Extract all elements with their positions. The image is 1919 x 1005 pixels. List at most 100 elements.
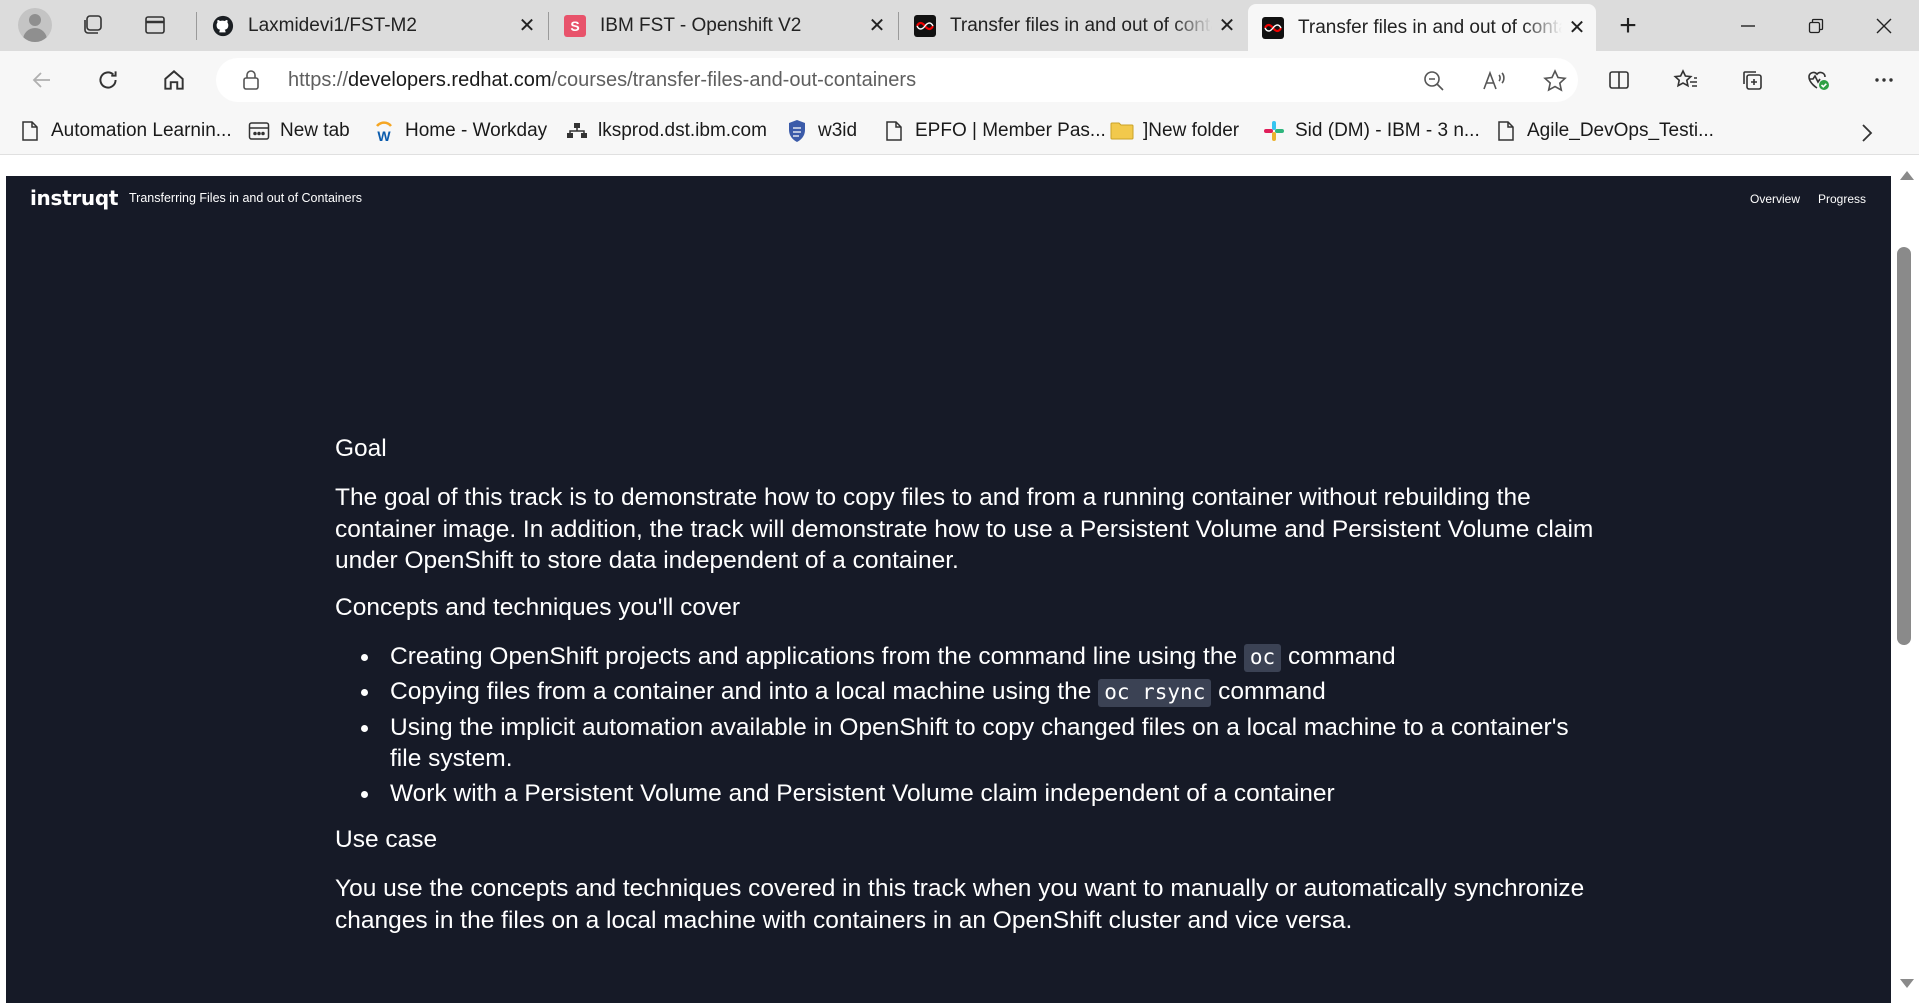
bookmark-new-tab[interactable]: New tab bbox=[247, 116, 350, 146]
tab-title: Transfer files in and out of containers bbox=[950, 14, 1212, 36]
concepts-list: Creating OpenShift projects and applicat… bbox=[361, 641, 1600, 810]
minimize-button[interactable] bbox=[1714, 0, 1782, 51]
more-menu-icon[interactable] bbox=[1867, 63, 1901, 97]
instruqt-logo[interactable]: instruqt bbox=[30, 186, 118, 210]
tab-ibm-fst[interactable]: S IBM FST - Openshift V2 ✕ bbox=[550, 0, 896, 51]
bookmark-label: lksprod.dst.ibm.com bbox=[598, 120, 767, 141]
list-item: Creating OpenShift projects and applicat… bbox=[361, 641, 1600, 674]
home-button[interactable] bbox=[157, 63, 191, 97]
scroll-down-arrow-icon[interactable] bbox=[1900, 979, 1914, 988]
refresh-button[interactable] bbox=[91, 63, 125, 97]
shield-icon bbox=[785, 119, 809, 143]
list-item-text: Copying files from a container and into … bbox=[390, 678, 1099, 705]
favorites-icon[interactable] bbox=[1669, 63, 1703, 97]
list-item-text: Creating OpenShift projects and applicat… bbox=[390, 642, 1244, 670]
collections-icon[interactable] bbox=[1735, 63, 1769, 97]
url-path: /courses/transfer-files-and-out-containe… bbox=[551, 69, 917, 91]
bookmark-w3id[interactable]: w3id bbox=[785, 116, 857, 146]
page-icon bbox=[18, 119, 42, 143]
new-tab-button[interactable]: + bbox=[1612, 9, 1644, 42]
concepts-heading: Concepts and techniques you'll cover bbox=[335, 593, 741, 621]
bookmark-slack[interactable]: Sid (DM) - IBM - 3 n... bbox=[1262, 116, 1480, 146]
workday-icon: W bbox=[372, 119, 396, 143]
favorite-star-icon[interactable] bbox=[1540, 66, 1570, 96]
list-item-text: command bbox=[1211, 678, 1326, 705]
bookmarks-bar: Automation Learnin... New tab W Home - W… bbox=[0, 108, 1919, 155]
instruqt-app: instruqt Transferring Files in and out o… bbox=[6, 176, 1891, 1003]
bookmark-new-folder[interactable]: ]New folder bbox=[1110, 116, 1239, 146]
svg-text:S: S bbox=[570, 18, 579, 34]
browser-essentials-icon[interactable] bbox=[1801, 63, 1835, 97]
bookmark-lksprod[interactable]: lksprod.dst.ibm.com bbox=[565, 116, 767, 146]
chevron-right-icon[interactable] bbox=[1856, 122, 1878, 144]
goal-heading: Goal bbox=[335, 435, 387, 462]
url-host: developers.redhat.com bbox=[348, 69, 552, 91]
back-button[interactable] bbox=[25, 63, 59, 97]
tab-separator bbox=[196, 12, 197, 40]
lock-icon[interactable] bbox=[242, 69, 260, 96]
close-tab-icon[interactable]: ✕ bbox=[1562, 13, 1592, 43]
bookmark-automation-learning[interactable]: Automation Learnin... bbox=[18, 116, 232, 146]
list-item-text: Work with a Persistent Volume and Persis… bbox=[390, 779, 1335, 807]
scroll-up-arrow-icon[interactable] bbox=[1900, 171, 1914, 180]
page-scrollbar[interactable] bbox=[1891, 155, 1919, 1005]
profile-avatar[interactable] bbox=[18, 8, 52, 42]
page-icon bbox=[1494, 119, 1518, 143]
bookmark-label: New tab bbox=[280, 120, 350, 141]
close-tab-icon[interactable]: ✕ bbox=[862, 11, 892, 41]
list-item: Copying files from a container and into … bbox=[361, 676, 1600, 709]
address-bar[interactable]: https://developers.redhat.com/courses/tr… bbox=[216, 58, 1578, 102]
close-tab-icon[interactable]: ✕ bbox=[1212, 11, 1242, 41]
app-header: instruqt Transferring Files in and out o… bbox=[6, 176, 1891, 224]
tab-github[interactable]: Laxmidevi1/FST-M2 ✕ bbox=[198, 0, 546, 51]
track-description: Goal The goal of this track is to demons… bbox=[335, 434, 1600, 952]
goal-text: The goal of this track is to demonstrate… bbox=[335, 484, 1594, 574]
bookmark-agile-devops[interactable]: Agile_DevOps_Testi... bbox=[1494, 116, 1714, 146]
list-item-text: Using the implicit automation available … bbox=[390, 713, 1569, 773]
close-window-button[interactable] bbox=[1850, 0, 1918, 51]
bookmark-label: Sid (DM) - IBM - 3 n... bbox=[1295, 120, 1480, 141]
url-text[interactable]: https://developers.redhat.com/courses/tr… bbox=[288, 69, 916, 92]
workspaces-icon[interactable] bbox=[78, 10, 108, 40]
bookmark-epfo[interactable]: EPFO | Member Pas... bbox=[882, 116, 1106, 146]
tab-title: IBM FST - Openshift V2 bbox=[600, 14, 802, 36]
inline-code: oc bbox=[1243, 643, 1282, 672]
bookmark-label: Automation Learnin... bbox=[51, 120, 232, 141]
network-icon bbox=[565, 119, 589, 143]
list-item: Using the implicit automation available … bbox=[361, 712, 1600, 775]
read-aloud-icon[interactable] bbox=[1479, 66, 1509, 96]
tab-title: Transfer files in and out of containers bbox=[1298, 16, 1562, 38]
bookmark-label: EPFO | Member Pas... bbox=[915, 120, 1106, 141]
overview-link[interactable]: Overview bbox=[1750, 192, 1800, 206]
bookmark-label: ]New folder bbox=[1143, 120, 1240, 141]
bookmark-workday[interactable]: W Home - Workday bbox=[372, 116, 547, 146]
github-icon bbox=[212, 15, 234, 37]
svg-text:W: W bbox=[377, 128, 391, 143]
tab-strip: Laxmidevi1/FST-M2 ✕ S IBM FST - Openshif… bbox=[0, 0, 1919, 51]
tab-separator bbox=[548, 12, 549, 40]
track-title: Transferring Files in and out of Contain… bbox=[129, 191, 362, 205]
bookmark-label: Home - Workday bbox=[405, 120, 548, 141]
page-icon bbox=[882, 119, 906, 143]
split-screen-icon[interactable] bbox=[1602, 63, 1636, 97]
tab-transfer-files-active[interactable]: Transfer files in and out of containers … bbox=[1248, 4, 1596, 51]
zoom-out-icon[interactable] bbox=[1419, 66, 1449, 96]
usecase-heading: Use case bbox=[335, 826, 438, 853]
folder-icon bbox=[1110, 119, 1134, 143]
url-scheme: https:// bbox=[288, 69, 349, 91]
restore-button[interactable] bbox=[1782, 0, 1850, 51]
vertical-tabs-icon[interactable] bbox=[140, 10, 170, 40]
bookmark-label: w3id bbox=[818, 120, 858, 141]
usecase-text: You use the concepts and techniques cove… bbox=[335, 875, 1585, 934]
list-item: Work with a Persistent Volume and Persis… bbox=[361, 778, 1600, 810]
slack-icon bbox=[1262, 119, 1286, 143]
s-app-icon: S bbox=[564, 14, 586, 37]
progress-link[interactable]: Progress bbox=[1818, 192, 1866, 206]
close-tab-icon[interactable]: ✕ bbox=[512, 11, 542, 41]
tab-separator bbox=[898, 12, 899, 40]
scrollbar-thumb[interactable] bbox=[1897, 247, 1911, 645]
tab-transfer-files[interactable]: Transfer files in and out of containers … bbox=[900, 0, 1246, 51]
tab-title: Laxmidevi1/FST-M2 bbox=[248, 14, 417, 36]
browser-toolbar: https://developers.redhat.com/courses/tr… bbox=[0, 51, 1919, 108]
list-item-text: command bbox=[1281, 642, 1396, 670]
